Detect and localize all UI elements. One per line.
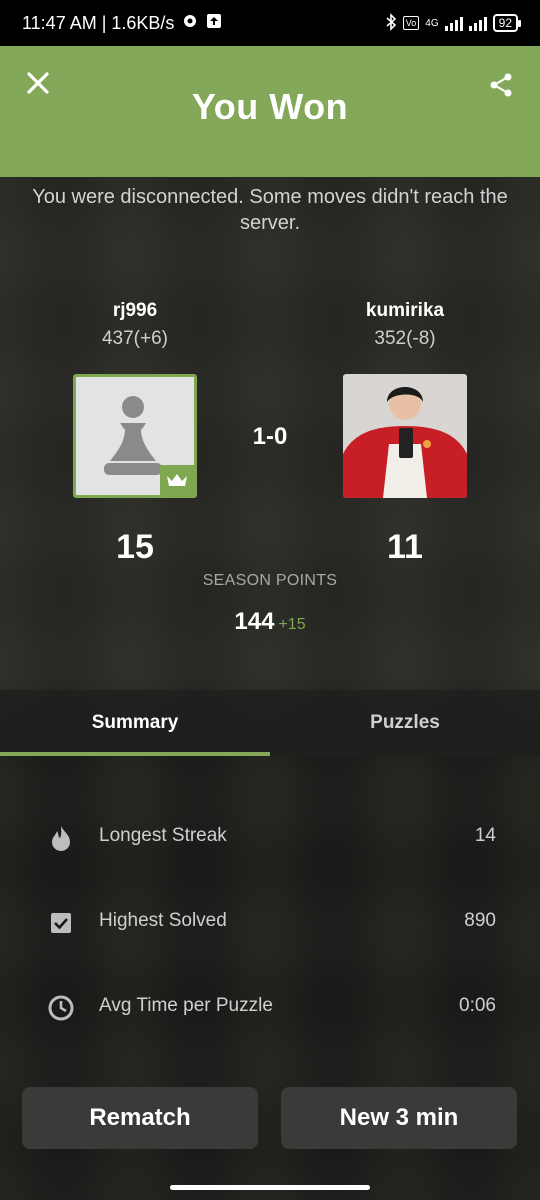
season-points-delta: +15 — [278, 616, 306, 633]
player-name: rj996 — [112, 300, 158, 321]
stat-row: Highest Solved 890 — [0, 880, 540, 965]
signal-2-icon — [468, 15, 487, 31]
player-name: kumirika — [365, 300, 445, 321]
tab-bar: Summary Puzzles — [0, 690, 540, 756]
summary-stats: Longest Streak 14 Highest Solved 890 Avg… — [0, 795, 540, 1050]
stat-value: 14 — [474, 825, 496, 846]
stat-label: Highest Solved — [99, 910, 227, 931]
home-indicator[interactable] — [170, 1185, 370, 1190]
tab-puzzles[interactable]: Puzzles — [270, 690, 540, 756]
stat-row: Avg Time per Puzzle 0:06 — [0, 965, 540, 1050]
upload-icon — [206, 13, 222, 34]
disconnect-notice: You were disconnected. Some moves didn't… — [32, 186, 508, 234]
tab-label: Summary — [91, 712, 179, 733]
stat-label: Longest Streak — [99, 825, 227, 846]
status-time: 11:47 AM | 1.6KB/s — [22, 12, 175, 33]
signal-icon — [444, 15, 463, 31]
status-bar: 11:47 AM | 1.6KB/s Vo 4G 92 — [0, 0, 540, 46]
crown-icon — [167, 474, 187, 486]
stat-label: Avg Time per Puzzle — [99, 995, 273, 1016]
player-rating: 352(-8) — [374, 328, 436, 349]
battery-icon: 92 — [492, 14, 522, 32]
flame-icon — [52, 826, 70, 851]
rematch-button[interactable]: Rematch — [22, 1087, 258, 1149]
volte-icon: Vo — [402, 16, 420, 30]
stat-value: 890 — [464, 910, 496, 931]
winner-badge — [160, 465, 194, 495]
clock-icon — [48, 995, 74, 1021]
tab-summary[interactable]: Summary — [0, 690, 270, 756]
player-rating: 437(+6) — [101, 328, 169, 349]
share-icon — [490, 73, 512, 97]
tab-indicator — [0, 752, 270, 756]
player-right-points: 11 — [387, 528, 423, 566]
bluetooth-icon — [385, 12, 397, 34]
opponent-photo — [343, 374, 467, 498]
game-result: 1-0 — [252, 423, 288, 450]
player-left-points: 15 — [116, 528, 154, 566]
share-button[interactable] — [488, 72, 516, 100]
avatar-left[interactable] — [73, 374, 197, 498]
avatar-right[interactable] — [343, 374, 467, 498]
new-game-button[interactable]: New 3 min — [281, 1087, 517, 1149]
network-type: 4G — [425, 17, 439, 29]
stat-row: Longest Streak 14 — [0, 795, 540, 880]
tab-label: Puzzles — [370, 712, 440, 733]
stat-value: 0:06 — [459, 995, 496, 1016]
page-title: You Won — [191, 86, 349, 127]
checkbox-icon — [51, 913, 71, 933]
season-points-value: 144 — [234, 608, 275, 635]
season-points-label: SEASON POINTS — [202, 572, 338, 589]
player-left: rj996 437(+6) — [35, 300, 235, 350]
result-header: You Won — [0, 46, 540, 177]
season-points: 144 +15 — [0, 608, 540, 636]
notification-icon — [182, 13, 198, 34]
player-right: kumirika 352(-8) — [305, 300, 505, 350]
